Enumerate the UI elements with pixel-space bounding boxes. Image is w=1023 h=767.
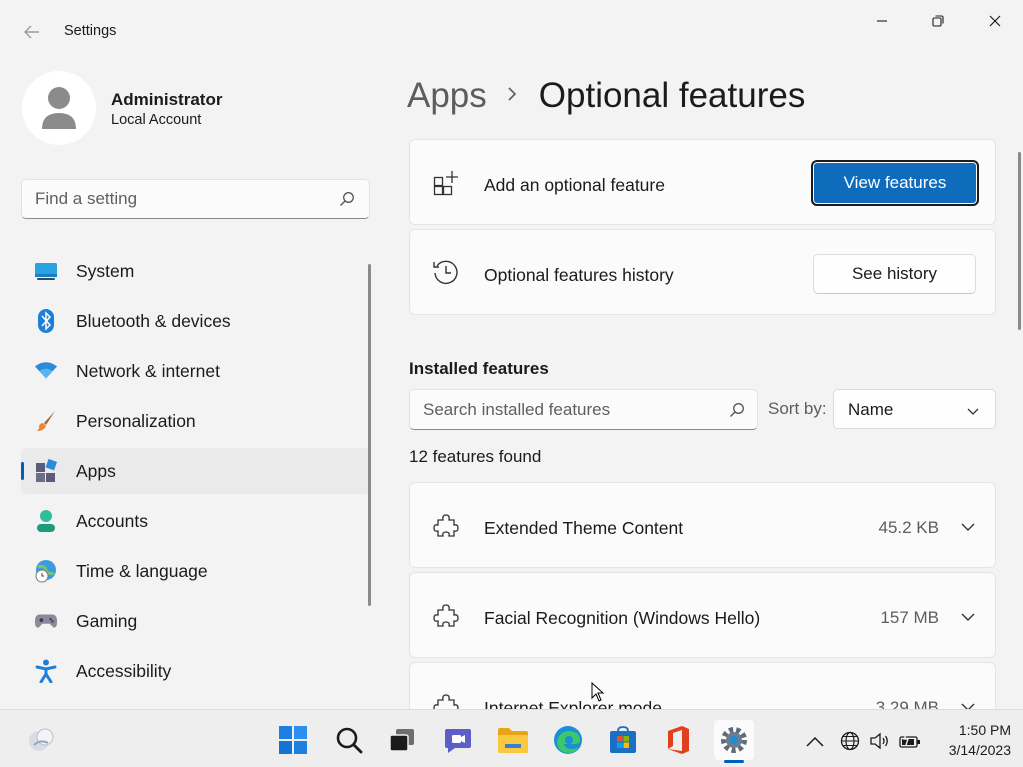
avatar[interactable] [22, 71, 96, 145]
sidebar-item-time-language[interactable]: Time & language [21, 548, 370, 594]
installed-search-input[interactable] [423, 390, 723, 429]
gamepad-icon [34, 609, 58, 633]
wifi-icon [34, 359, 58, 383]
sidebar-item-network[interactable]: Network & internet [21, 348, 370, 394]
sidebar-item-gaming[interactable]: Gaming [21, 598, 370, 644]
volume-icon[interactable] [869, 730, 891, 752]
sidebar-nav: System Bluetooth & devices Network & int… [21, 248, 370, 698]
sidebar-item-label: Personalization [76, 410, 196, 431]
sidebar-item-label: Gaming [76, 610, 138, 631]
search-icon[interactable] [339, 191, 355, 212]
chevron-right-icon [507, 85, 517, 108]
search-input[interactable] [35, 180, 335, 218]
sidebar-item-personalization[interactable]: Personalization [21, 398, 370, 444]
sidebar-item-label: Time & language [76, 560, 208, 581]
view-features-button[interactable]: View features [811, 160, 979, 206]
account-type: Local Account [111, 112, 202, 128]
start-icon[interactable] [273, 720, 313, 760]
bluetooth-icon [34, 309, 58, 333]
sidebar-item-accounts[interactable]: Accounts [21, 498, 370, 544]
sidebar-item-label: Apps [76, 460, 116, 481]
feature-size: 157 MB [880, 608, 939, 627]
installed-features-heading: Installed features [409, 359, 549, 378]
history-label: Optional features history [484, 265, 674, 285]
apps-icon [34, 459, 58, 483]
sort-label: Sort by: [768, 399, 827, 418]
chat-icon[interactable] [438, 720, 478, 760]
office-icon[interactable] [658, 720, 698, 760]
feature-row[interactable]: Extended Theme Content 45.2 KB [409, 482, 996, 568]
sidebar-item-apps[interactable]: Apps [21, 448, 370, 494]
main-scrollbar[interactable] [1018, 152, 1021, 330]
sidebar-item-label: Bluetooth & devices [76, 310, 231, 331]
search-icon[interactable] [729, 402, 745, 423]
add-feature-label: Add an optional feature [484, 175, 665, 195]
chevron-down-icon [967, 403, 979, 421]
accessibility-icon [34, 659, 58, 683]
history-icon [432, 258, 460, 286]
system-icon [34, 259, 58, 283]
sidebar-item-bluetooth[interactable]: Bluetooth & devices [21, 298, 370, 344]
battery-icon[interactable] [899, 730, 921, 752]
puzzle-icon [432, 602, 460, 630]
add-feature-card: Add an optional feature View features [409, 139, 996, 225]
widgets-icon[interactable] [21, 720, 61, 760]
minimize-icon[interactable] [854, 6, 910, 36]
clock-time: 1:50 PM [958, 722, 1011, 738]
see-history-button[interactable]: See history [813, 254, 976, 294]
sort-value: Name [848, 400, 894, 419]
feature-row[interactable]: Facial Recognition (Windows Hello) 157 M… [409, 572, 996, 658]
clock-date: 3/14/2023 [948, 742, 1011, 758]
sidebar-item-label: Network & internet [76, 360, 220, 381]
active-indicator [21, 462, 24, 480]
search-icon[interactable] [329, 720, 369, 760]
add-feature-icon [432, 169, 460, 197]
system-clock[interactable]: 1:50 PM 3/14/2023 [935, 720, 1011, 760]
breadcrumb: Apps Optional features [407, 74, 805, 118]
back-arrow-icon[interactable] [18, 18, 46, 46]
sidebar-item-label: Accounts [76, 510, 148, 531]
taskbar: 1:50 PM 3/14/2023 [0, 709, 1023, 767]
sidebar-item-system[interactable]: System [21, 248, 370, 294]
mouse-cursor-icon [591, 681, 605, 707]
history-card: Optional features history See history [409, 229, 996, 315]
globe-clock-icon [34, 559, 58, 583]
file-explorer-icon[interactable] [493, 720, 533, 760]
network-icon[interactable] [839, 730, 861, 752]
sidebar-item-label: Accessibility [76, 660, 172, 681]
chevron-down-icon[interactable] [961, 519, 975, 537]
page-title: Optional features [538, 76, 806, 115]
features-count: 12 features found [409, 447, 542, 466]
sidebar-item-label: System [76, 260, 135, 281]
sort-dropdown[interactable]: Name [833, 389, 996, 429]
installed-features-search[interactable] [409, 389, 758, 430]
restore-icon[interactable] [910, 6, 966, 36]
feature-size: 45.2 KB [878, 518, 940, 537]
brush-icon [34, 409, 58, 433]
user-name: Administrator [111, 90, 223, 109]
sidebar-scrollbar[interactable] [368, 264, 371, 606]
chevron-down-icon[interactable] [961, 609, 975, 627]
feature-name: Facial Recognition (Windows Hello) [484, 608, 761, 628]
accounts-icon [34, 509, 58, 533]
sidebar-item-accessibility[interactable]: Accessibility [21, 648, 370, 694]
task-view-icon[interactable] [382, 720, 422, 760]
settings-icon[interactable] [714, 720, 754, 760]
window-title: Settings [64, 23, 117, 39]
user-silhouette-icon [42, 87, 76, 129]
breadcrumb-parent[interactable]: Apps [407, 76, 487, 116]
settings-search[interactable] [21, 179, 370, 219]
active-app-indicator [724, 760, 744, 763]
puzzle-icon [432, 512, 460, 540]
feature-name: Extended Theme Content [484, 518, 684, 538]
title-bar: Settings [0, 0, 1023, 62]
store-icon[interactable] [603, 720, 643, 760]
chevron-up-icon[interactable] [804, 730, 826, 752]
close-icon[interactable] [967, 6, 1023, 36]
edge-icon[interactable] [548, 720, 588, 760]
